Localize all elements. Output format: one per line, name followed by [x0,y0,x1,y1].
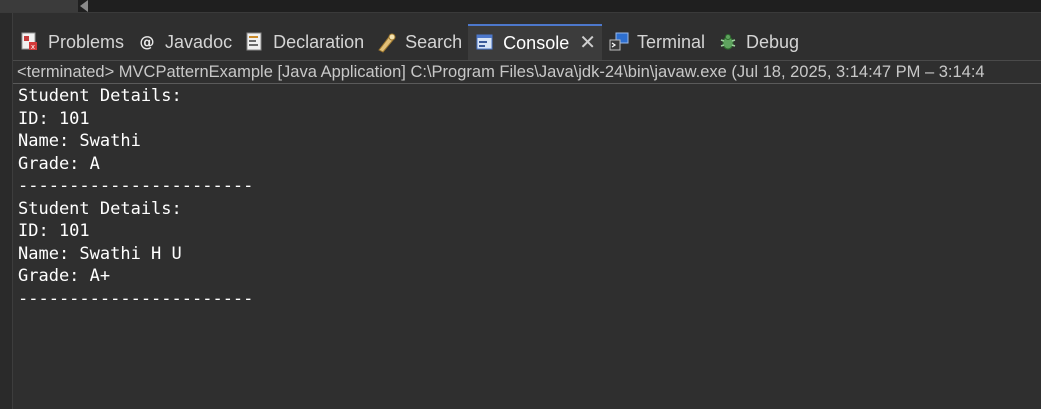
tab-label: Declaration [273,31,365,52]
tab-console[interactable]: Console ✕ [468,24,602,60]
console-icon [474,32,496,54]
tab-search[interactable]: Search [370,25,468,59]
tab-label: Debug [746,31,800,52]
console-line: Grade: A [18,153,100,174]
left-gutter [0,13,13,409]
javadoc-icon: @ [136,31,158,53]
tab-terminal[interactable]: Terminal [602,25,711,59]
tab-problems[interactable]: x Problems [13,25,130,59]
console-output[interactable]: Student Details: ID: 101 Name: Swathi Gr… [13,85,1041,409]
console-line: Name: Swathi H U [18,243,182,264]
svg-text:x: x [31,43,35,51]
editor-horizontal-scrollbar[interactable] [0,0,1041,13]
tab-label: Javadoc [165,31,233,52]
tab-declaration[interactable]: Declaration [238,25,370,59]
svg-text:@: @ [140,33,155,51]
eclipse-window: x Problems @ Javadoc Declaration Search … [0,0,1041,409]
console-line: Student Details: [18,198,182,219]
terminal-icon [608,31,630,53]
tab-label: Search [405,31,463,52]
tab-label: Console [503,32,570,53]
scroll-left-arrow-icon[interactable] [80,0,88,12]
console-line: ----------------------- [18,176,254,196]
declaration-icon [244,31,266,53]
problems-icon: x [19,31,41,53]
search-icon [376,31,398,53]
console-line: Grade: A+ [18,266,111,286]
tab-debug[interactable]: Debug [711,25,805,59]
console-process-label: <terminated> MVCPatternExample [Java App… [13,61,1041,84]
console-line: ID: 101 [18,108,90,129]
console-line: Student Details: [18,86,182,106]
scrollbar-thumb[interactable] [0,0,78,12]
debug-icon [717,31,739,53]
console-line: ID: 101 [18,221,90,241]
close-icon[interactable]: ✕ [579,33,596,53]
tab-label: Terminal [636,31,706,52]
console-line: Name: Swathi [18,131,141,151]
tab-javadoc[interactable]: @ Javadoc [130,25,238,59]
console-line: ----------------------- [18,288,254,309]
tab-label: Problems [48,31,125,52]
views-tabbar: x Problems @ Javadoc Declaration Search … [13,24,1041,60]
